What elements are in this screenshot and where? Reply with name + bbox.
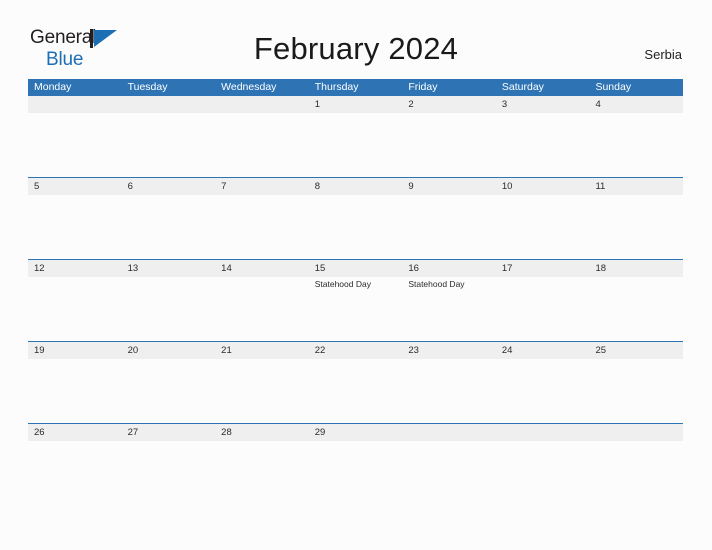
day-number[interactable]: 9 — [402, 178, 496, 195]
week-date-band: 5 6 7 8 9 10 11 — [28, 177, 683, 195]
day-number[interactable]: 1 — [309, 96, 403, 113]
day-event-cell — [28, 441, 122, 443]
week-event-band — [28, 195, 683, 259]
weekday-header-row: Monday Tuesday Wednesday Thursday Friday Satu… — [28, 79, 683, 96]
week-date-band: 19 20 21 22 23 24 25 — [28, 341, 683, 359]
day-number[interactable]: 15 — [309, 260, 403, 277]
day-number[interactable]: 25 — [589, 342, 683, 359]
page-header: General Blue February 2024 Serbia — [0, 0, 712, 69]
day-number[interactable]: 16 — [402, 260, 496, 277]
day-event-cell — [122, 113, 216, 177]
day-number-empty — [28, 96, 122, 113]
day-event-cell — [122, 277, 216, 341]
day-event-cell — [589, 277, 683, 341]
day-number[interactable]: 6 — [122, 178, 216, 195]
day-number-empty — [589, 424, 683, 441]
week-event-band — [28, 113, 683, 177]
day-number[interactable]: 4 — [589, 96, 683, 113]
day-event-cell — [122, 441, 216, 443]
day-number[interactable]: 23 — [402, 342, 496, 359]
week-date-band: 12 13 14 15 16 17 18 — [28, 259, 683, 277]
calendar-week-row: 26 27 28 29 — [28, 423, 683, 441]
day-event-cell — [402, 195, 496, 259]
day-event-cell — [309, 359, 403, 423]
calendar-weeks: 1 2 3 4 5 6 7 8 9 10 11 12 13 14 15 16 17 18 Statehood Day… — [28, 96, 683, 441]
weekday-header-monday: Monday — [34, 81, 72, 93]
day-event-cell — [215, 359, 309, 423]
day-number[interactable]: 29 — [309, 424, 403, 441]
week-date-band: 26 27 28 29 — [28, 423, 683, 441]
day-number[interactable]: 28 — [215, 424, 309, 441]
day-event-cell: Statehood Day — [402, 277, 496, 341]
day-event-cell — [402, 441, 496, 443]
calendar-week-row: 12 13 14 15 16 17 18 Statehood Day Statehood Day — [28, 259, 683, 341]
weekday-header-friday: Friday — [408, 81, 438, 93]
day-event-cell — [309, 441, 403, 443]
day-number[interactable]: 8 — [309, 178, 403, 195]
week-date-band: 1234 — [28, 96, 683, 113]
day-event-cell — [402, 113, 496, 177]
region-label: Serbia — [644, 47, 682, 62]
day-number[interactable]: 26 — [28, 424, 122, 441]
calendar-week-row: 5 6 7 8 9 10 11 — [28, 177, 683, 259]
day-event-cell — [28, 359, 122, 423]
day-number-empty — [496, 424, 590, 441]
weekday-header-wednesday: Wednesday — [221, 81, 277, 93]
week-event-band — [28, 359, 683, 423]
day-number[interactable]: 11 — [589, 178, 683, 195]
holiday-event: Statehood Day — [314, 279, 371, 289]
day-event-cell — [28, 113, 122, 177]
calendar-grid: Monday Tuesday Wednesday Thursday Friday Satu… — [28, 79, 683, 441]
day-number-empty — [215, 96, 309, 113]
calendar-week-row: 19 20 21 22 23 24 25 — [28, 341, 683, 423]
day-number[interactable]: 13 — [122, 260, 216, 277]
day-number[interactable]: 7 — [215, 178, 309, 195]
day-event-cell — [496, 359, 590, 423]
day-number[interactable]: 10 — [496, 178, 590, 195]
day-event-cell — [215, 113, 309, 177]
day-event-cell — [496, 441, 590, 443]
day-event-cell — [496, 113, 590, 177]
day-number-empty — [122, 96, 216, 113]
day-number[interactable]: 27 — [122, 424, 216, 441]
day-number[interactable]: 18 — [589, 260, 683, 277]
day-number-empty — [402, 424, 496, 441]
day-event-cell — [215, 277, 309, 341]
day-event-cell — [309, 113, 403, 177]
day-number[interactable]: 19 — [28, 342, 122, 359]
weekday-header-saturday: Saturday — [501, 81, 544, 93]
day-number[interactable]: 12 — [28, 260, 122, 277]
day-number[interactable]: 21 — [215, 342, 309, 359]
page-title: February 2024 — [253, 31, 459, 66]
day-number[interactable]: 24 — [496, 342, 590, 359]
day-event-cell — [589, 195, 683, 259]
day-event-cell — [402, 359, 496, 423]
day-event-cell: Statehood Day — [309, 277, 403, 341]
weekday-header-sunday: Sunday — [595, 81, 632, 93]
day-number[interactable]: 14 — [215, 260, 309, 277]
day-number[interactable]: 22 — [309, 342, 403, 359]
day-event-cell — [28, 277, 122, 341]
day-event-cell — [496, 195, 590, 259]
day-event-cell — [496, 277, 590, 341]
day-number[interactable]: 5 — [28, 178, 122, 195]
weekday-header-tuesday: Tuesday — [127, 81, 168, 93]
day-number[interactable]: 3 — [496, 96, 590, 113]
day-event-cell — [309, 195, 403, 259]
day-event-cell — [589, 441, 683, 443]
calendar-week-row: 1234 — [28, 96, 683, 177]
day-event-cell — [215, 195, 309, 259]
day-event-cell — [122, 195, 216, 259]
day-event-cell — [589, 359, 683, 423]
day-number[interactable]: 2 — [402, 96, 496, 113]
day-event-cell — [28, 195, 122, 259]
week-event-band: Statehood Day Statehood Day — [28, 277, 683, 341]
holiday-event: Statehood Day — [408, 279, 465, 289]
day-event-cell — [122, 359, 216, 423]
weekday-header-thursday: Thursday — [314, 81, 359, 93]
day-number[interactable]: 17 — [496, 260, 590, 277]
day-event-cell — [589, 113, 683, 177]
day-number[interactable]: 20 — [122, 342, 216, 359]
day-event-cell — [215, 441, 309, 443]
